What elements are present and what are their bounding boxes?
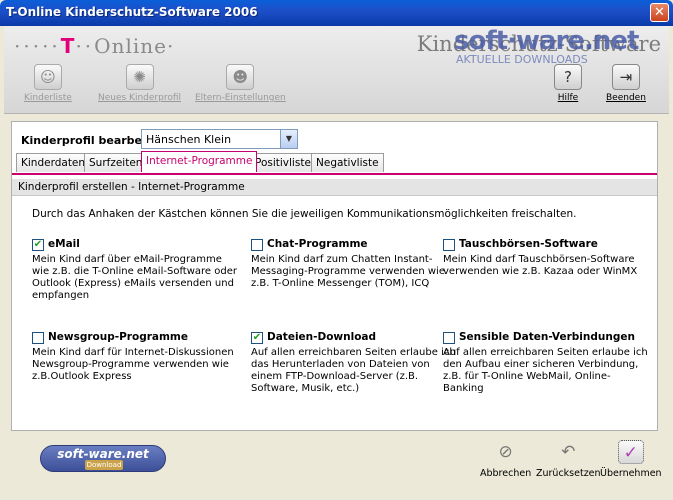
intro-text: Durch das Anhaken der Kästchen können Si… xyxy=(32,208,577,220)
apply-icon: ✓ xyxy=(617,440,644,464)
main-panel: Kinderprofil bearbeiten: Hänschen Klein … xyxy=(11,121,658,431)
option-name: Newsgroup-Programme xyxy=(48,331,188,343)
toolbar-help[interactable]: ? Hilfe xyxy=(554,64,582,103)
option-desc: Mein Kind darf für Internet-Diskussionen… xyxy=(32,347,234,382)
profile-select[interactable]: Hänschen Klein ▼ xyxy=(141,129,298,149)
tab-surfzeiten[interactable]: Surfzeiten xyxy=(84,153,148,172)
undo-icon: ↶ xyxy=(561,442,576,462)
tab-internet-programme[interactable]: Internet-Programme xyxy=(141,151,258,172)
help-icon: ? xyxy=(554,64,582,90)
option-name: Chat-Programme xyxy=(267,238,368,250)
download-checkbox[interactable]: ✔ xyxy=(251,332,263,344)
software-net-logo: soft-ware.net Download xyxy=(40,445,166,472)
option-desc: Auf allen erreichbaren Seiten erlaube ic… xyxy=(251,347,456,394)
parents-icon: ☻ xyxy=(226,64,255,90)
section-title: Kinderprofil erstellen - Internet-Progra… xyxy=(12,179,657,196)
option-name: Dateien-Download xyxy=(267,331,377,343)
reset-button[interactable]: ↶ Zurücksetzen xyxy=(536,440,601,479)
cancel-button[interactable]: ⊘ Abbrechen xyxy=(480,440,531,479)
close-button[interactable]: ✕ xyxy=(650,3,669,22)
profile-select-value: Hänschen Klein xyxy=(146,133,232,146)
sensible-checkbox[interactable] xyxy=(443,332,455,344)
option-desc: Mein Kind darf zum Chatten Instant-Messa… xyxy=(251,254,445,289)
toolbar-parent-settings[interactable]: ☻ Eltern-Einstellungen xyxy=(195,64,286,103)
tab-positivliste[interactable]: Positivliste xyxy=(250,153,316,172)
cancel-icon: ⊘ xyxy=(498,442,513,462)
option-desc: Mein Kind darf Tauschbörsen-Software ver… xyxy=(443,254,638,277)
t-online-logo: ·····T··Online· xyxy=(14,34,175,58)
email-checkbox[interactable]: ✔ xyxy=(32,239,44,251)
header-band: ·····T··Online· Kinderschutz-Software so… xyxy=(4,26,669,114)
new-child-icon: ✺ xyxy=(125,64,154,90)
title-bar: T-Online Kinderschutz-Software 2006 ✕ xyxy=(0,0,673,26)
option-desc: Mein Kind darf über eMail-Programme wie … xyxy=(32,254,237,301)
tab-divider xyxy=(12,173,657,175)
toolbar-exit[interactable]: ⇥ Beenden xyxy=(606,64,646,103)
tab-negativliste[interactable]: Negativliste xyxy=(311,153,384,172)
apply-button[interactable]: ✓ Übernehmen xyxy=(600,440,662,479)
chat-checkbox[interactable] xyxy=(251,239,263,251)
chevron-down-icon[interactable]: ▼ xyxy=(280,130,297,148)
option-name: Tauschbörsen-Software xyxy=(459,238,598,250)
option-name: Sensible Daten-Verbindungen xyxy=(459,331,635,343)
option-name: eMail xyxy=(48,238,80,250)
tab-kinderdaten[interactable]: Kinderdaten xyxy=(16,153,91,172)
exit-icon: ⇥ xyxy=(611,64,640,90)
child-list-icon: ☺ xyxy=(33,64,62,90)
toolbar-new-profile[interactable]: ✺ Neues Kinderprofil xyxy=(98,64,181,103)
newsgroup-checkbox[interactable] xyxy=(32,332,44,344)
toolbar-kinderliste[interactable]: ☺ Kinderliste xyxy=(24,64,72,103)
tauschboersen-checkbox[interactable] xyxy=(443,239,455,251)
watermark: soft·ware.net AKTUELLE DOWNLOADS xyxy=(454,26,639,66)
window-title: T-Online Kinderschutz-Software 2006 xyxy=(6,5,258,19)
option-desc: Auf allen erreichbaren Seiten erlaube ic… xyxy=(443,347,648,394)
